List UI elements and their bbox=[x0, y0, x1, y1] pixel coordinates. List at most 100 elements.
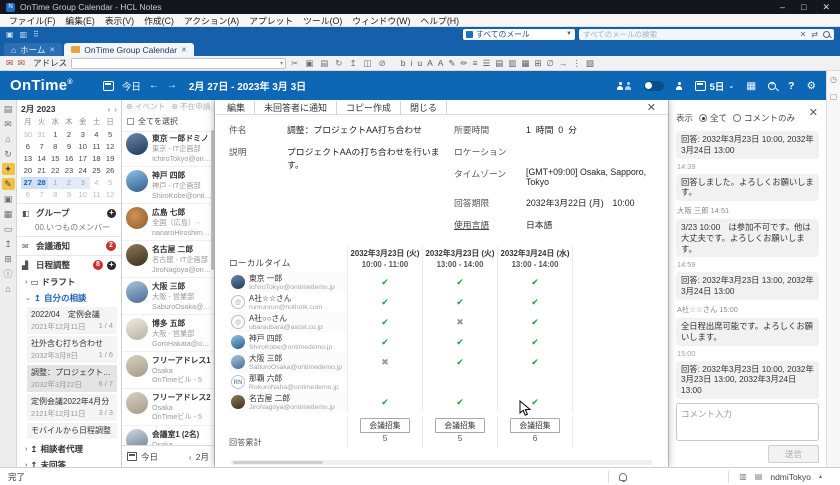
mini-calendar-day[interactable]: 28 bbox=[35, 177, 49, 189]
mini-calendar-day[interactable]: 12 bbox=[103, 189, 117, 201]
consult-list-item[interactable]: 社外含む打ち合わせ 2032年3月9日1 / 6 bbox=[27, 336, 117, 363]
zoom-icon[interactable] bbox=[768, 82, 776, 90]
format-tool-icon[interactable]: ▧ bbox=[586, 58, 594, 69]
chevron-left-icon[interactable]: ‹ bbox=[189, 452, 192, 462]
mini-calendar-day[interactable]: 13 bbox=[21, 153, 35, 165]
mini-calendar-day[interactable]: 1 bbox=[48, 177, 62, 189]
mini-calendar-day[interactable]: 8 bbox=[48, 189, 62, 201]
table-row[interactable]: RN 那覇 六郎 RokuroNaha@ontimedemo.jp bbox=[229, 372, 654, 392]
view-toggle[interactable] bbox=[644, 81, 664, 91]
mini-calendar-day[interactable]: 20 bbox=[21, 165, 35, 177]
mini-calendar-day[interactable]: 25 bbox=[90, 165, 104, 177]
person-list-item[interactable]: 神戸 四郎 神戸 - IT企画部 ShiroKobe@ontimede… bbox=[122, 167, 214, 204]
mini-calendar-day[interactable]: 26 bbox=[103, 165, 117, 177]
format-tool-icon[interactable]: → bbox=[559, 58, 568, 69]
add-absence-button[interactable]: ⊕ 不在申請 bbox=[171, 101, 210, 112]
format-tool-icon[interactable]: ⊞ bbox=[534, 58, 541, 69]
mini-calendar-day[interactable]: 22 bbox=[48, 165, 62, 177]
mini-calendar-day[interactable]: 6 bbox=[21, 189, 35, 201]
mini-calendar-day[interactable]: 8 bbox=[48, 141, 62, 153]
tree-my-consults[interactable]: ⌄ ↥ 自分の相談 bbox=[17, 290, 121, 306]
mini-calendar-day[interactable]: 9 bbox=[62, 189, 76, 201]
format-tool-icon[interactable]: ▥ bbox=[508, 58, 516, 69]
format-tool-icon[interactable]: ⋮ bbox=[572, 58, 581, 69]
clipboard-tool-icon[interactable]: ↥ bbox=[348, 58, 357, 69]
mini-calendar-day[interactable]: 9 bbox=[62, 141, 76, 153]
mini-calendar-day[interactable]: 3 bbox=[76, 129, 90, 141]
format-tool-icon[interactable]: ✏ bbox=[461, 58, 468, 69]
person-list-item[interactable]: 東京 一郎ドミノ 東京 - IT企画部 IchiroTokyo@ontimed… bbox=[122, 130, 214, 167]
mini-calendar-day[interactable]: 23 bbox=[62, 165, 76, 177]
menu-item[interactable]: アクション(A) bbox=[179, 14, 244, 27]
mini-calendar-day[interactable]: 4 bbox=[90, 129, 104, 141]
strip-tool-icon[interactable]: ✎ bbox=[2, 178, 15, 190]
mini-calendar-day[interactable]: 11 bbox=[90, 141, 104, 153]
format-tool-icon[interactable]: ▤ bbox=[495, 58, 503, 69]
mini-calendar-day[interactable]: 10 bbox=[76, 141, 90, 153]
select-all-row[interactable]: 全てを選択 bbox=[122, 112, 214, 132]
radio-all[interactable]: 全て bbox=[699, 112, 727, 124]
format-tool-icon[interactable]: A bbox=[438, 58, 444, 69]
format-tool-icon[interactable]: b bbox=[401, 58, 406, 69]
add-group-icon[interactable]: + bbox=[107, 209, 116, 218]
strip-tool-icon[interactable]: ▣ bbox=[2, 193, 15, 205]
grid-view-icon[interactable]: ▦ bbox=[746, 80, 756, 92]
edit-button[interactable]: 編集 bbox=[227, 101, 255, 114]
format-tool-icon[interactable]: ☰ bbox=[483, 58, 491, 69]
mini-calendar-day[interactable]: 21 bbox=[35, 165, 49, 177]
current-user[interactable]: ndmiTokyo bbox=[770, 472, 811, 482]
menu-item[interactable]: ファイル(F) bbox=[4, 14, 60, 27]
mini-calendar-day[interactable]: 30 bbox=[21, 129, 35, 141]
strip-tool-icon[interactable]: ▭ bbox=[2, 223, 15, 235]
side-widget-icon[interactable]: ▢ bbox=[830, 92, 838, 101]
strip-tool-icon[interactable]: ⓘ bbox=[2, 268, 15, 280]
mini-calendar-day[interactable]: 1 bbox=[48, 129, 62, 141]
group-view-icon[interactable] bbox=[617, 82, 632, 90]
toolbar-window-icon[interactable]: ⠿ bbox=[33, 30, 39, 39]
sidebar-section-meeting-notice[interactable]: ✉ 会議通知 2 bbox=[17, 236, 121, 255]
mini-calendar-day[interactable]: 15 bbox=[48, 153, 62, 165]
maximize-button[interactable]: □ bbox=[801, 2, 806, 13]
add-event-button[interactable]: ⊕ イベント bbox=[126, 101, 165, 112]
toggle-search-icon[interactable]: ⇄ bbox=[811, 30, 818, 39]
send-button[interactable]: 送信 bbox=[768, 445, 819, 463]
strip-tool-icon[interactable]: ⊞ bbox=[2, 253, 15, 265]
format-tool-icon[interactable]: ∅ bbox=[546, 58, 553, 69]
menu-item[interactable]: 表示(V) bbox=[100, 14, 139, 27]
language-link[interactable]: 使用言語 bbox=[454, 218, 526, 231]
mini-calendar-day[interactable]: 6 bbox=[21, 141, 35, 153]
clipboard-tool-icon[interactable]: ↻ bbox=[334, 58, 343, 69]
consult-list-item[interactable]: 調整：プロジェクトAA打ち合… 2032年3月22日6 / 7 bbox=[27, 365, 117, 392]
sidebar-section-group[interactable]: ◧ グループ + bbox=[17, 203, 121, 222]
people-scrollbar[interactable] bbox=[211, 130, 214, 270]
strip-tool-icon[interactable]: ✦ bbox=[2, 163, 15, 175]
comment-input[interactable] bbox=[676, 403, 819, 441]
convene-meeting-button[interactable]: 会議招集 bbox=[435, 418, 484, 433]
mini-calendar-day[interactable]: 19 bbox=[103, 153, 117, 165]
mini-calendar-day[interactable]: 10 bbox=[76, 189, 90, 201]
clear-search-icon[interactable]: ✕ bbox=[800, 30, 807, 39]
consult-list-item[interactable]: 定例会議2022年4月分 2121年12月11日3 / 3 bbox=[27, 394, 117, 421]
mini-calendar-prev-icon[interactable]: ‹ bbox=[108, 105, 111, 114]
menu-item[interactable]: 編集(E) bbox=[60, 14, 99, 27]
strip-tool-icon[interactable]: ↻ bbox=[2, 148, 15, 160]
window-icon[interactable]: ▥ bbox=[739, 472, 747, 481]
person-list-item[interactable]: 名古屋 二郎 名古屋 - IT企画部 JiroNagoya@ontimede… bbox=[122, 241, 214, 278]
tree-unanswered[interactable]: › ↥ 未回答 bbox=[17, 457, 121, 467]
consult-list-item[interactable]: モバイルから日程調整 bbox=[27, 423, 117, 439]
mini-calendar-day[interactable]: 14 bbox=[35, 153, 49, 165]
tab-close-icon[interactable]: ✕ bbox=[49, 46, 55, 54]
mini-calendar-day[interactable]: 17 bbox=[76, 153, 90, 165]
mini-calendar-day[interactable]: 2 bbox=[62, 129, 76, 141]
today-calendar-icon[interactable] bbox=[103, 81, 114, 91]
mini-calendar-day[interactable]: 3 bbox=[76, 177, 90, 189]
mini-calendar-day[interactable]: 7 bbox=[35, 189, 49, 201]
mini-calendar-day[interactable]: 11 bbox=[90, 189, 104, 201]
tree-proxy[interactable]: › ↥ 相談者代理 bbox=[17, 441, 121, 457]
strip-tool-icon[interactable]: ↥ bbox=[2, 238, 15, 250]
tree-drafts[interactable]: › ▭ ドラフト bbox=[17, 274, 121, 290]
menu-item[interactable]: 作成(C) bbox=[139, 14, 179, 27]
help-icon[interactable]: ? bbox=[788, 80, 794, 92]
person-list-item[interactable]: フリーアドレス1 Osaka OnTimeビル - 5 bbox=[122, 352, 214, 389]
menu-item[interactable]: ヘルプ(H) bbox=[415, 14, 464, 27]
